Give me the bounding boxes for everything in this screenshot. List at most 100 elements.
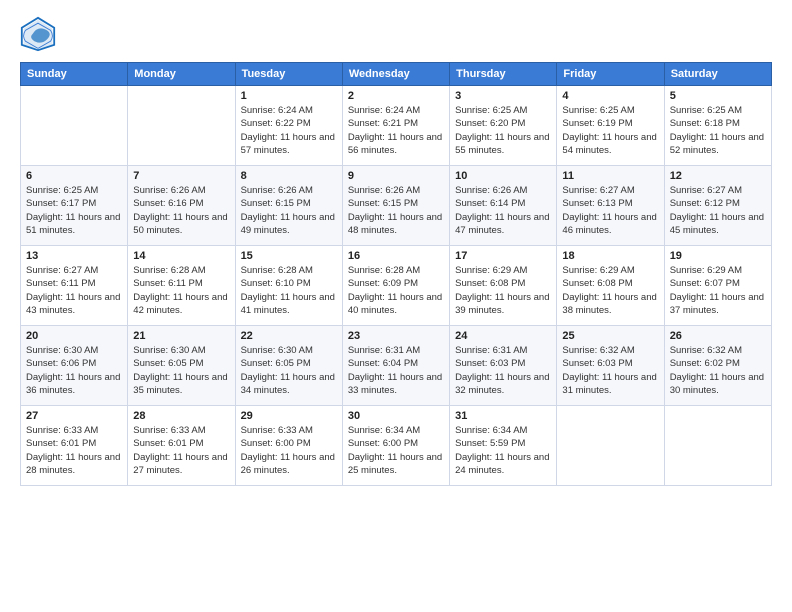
generalblue-icon	[20, 16, 56, 52]
calendar-cell: 11 Sunrise: 6:27 AM Sunset: 6:13 PM Dayli…	[557, 166, 664, 246]
day-number: 8	[241, 170, 337, 182]
day-info: Sunrise: 6:30 AM Sunset: 6:06 PM Dayligh…	[26, 344, 122, 397]
day-number: 31	[455, 410, 551, 422]
calendar-cell: 18 Sunrise: 6:29 AM Sunset: 6:08 PM Dayli…	[557, 246, 664, 326]
day-info: Sunrise: 6:29 AM Sunset: 6:08 PM Dayligh…	[562, 264, 658, 317]
day-number: 14	[133, 250, 229, 262]
day-info: Sunrise: 6:29 AM Sunset: 6:08 PM Dayligh…	[455, 264, 551, 317]
day-number: 15	[241, 250, 337, 262]
calendar-cell: 19 Sunrise: 6:29 AM Sunset: 6:07 PM Dayli…	[664, 246, 771, 326]
calendar-cell: 25 Sunrise: 6:32 AM Sunset: 6:03 PM Dayli…	[557, 326, 664, 406]
day-number: 17	[455, 250, 551, 262]
calendar-cell: 27Sunrise: 6:33 AM Sunset: 6:01 PM Dayli…	[21, 406, 128, 486]
col-header-tuesday: Tuesday	[235, 63, 342, 86]
page: SundayMondayTuesdayWednesdayThursdayFrid…	[0, 0, 792, 612]
day-number: 30	[348, 410, 444, 422]
calendar-week-row: 13 Sunrise: 6:27 AM Sunset: 6:11 PM Dayli…	[21, 246, 772, 326]
calendar-cell: 3 Sunrise: 6:25 AM Sunset: 6:20 PM Daylig…	[450, 86, 557, 166]
day-number: 24	[455, 330, 551, 342]
day-number: 21	[133, 330, 229, 342]
calendar-cell	[128, 86, 235, 166]
day-number: 18	[562, 250, 658, 262]
day-info: Sunrise: 6:30 AM Sunset: 6:05 PM Dayligh…	[241, 344, 337, 397]
day-number: 11	[562, 170, 658, 182]
day-number: 6	[26, 170, 122, 182]
calendar-cell: 22 Sunrise: 6:30 AM Sunset: 6:05 PM Dayli…	[235, 326, 342, 406]
calendar-cell: 2 Sunrise: 6:24 AM Sunset: 6:21 PM Daylig…	[342, 86, 449, 166]
calendar-cell: 10 Sunrise: 6:26 AM Sunset: 6:14 PM Dayli…	[450, 166, 557, 246]
day-info: Sunrise: 6:24 AM Sunset: 6:21 PM Dayligh…	[348, 104, 444, 157]
col-header-wednesday: Wednesday	[342, 63, 449, 86]
calendar-cell	[557, 406, 664, 486]
day-info: Sunrise: 6:33 AM Sunset: 6:01 PM Dayligh…	[26, 424, 122, 477]
day-number: 1	[241, 90, 337, 102]
day-info: Sunrise: 6:26 AM Sunset: 6:14 PM Dayligh…	[455, 184, 551, 237]
day-number: 16	[348, 250, 444, 262]
calendar-cell: 16Sunrise: 6:28 AM Sunset: 6:09 PM Dayli…	[342, 246, 449, 326]
calendar-cell: 1 Sunrise: 6:24 AM Sunset: 6:22 PM Daylig…	[235, 86, 342, 166]
day-number: 23	[348, 330, 444, 342]
day-number: 13	[26, 250, 122, 262]
day-number: 12	[670, 170, 766, 182]
day-number: 10	[455, 170, 551, 182]
day-info: Sunrise: 6:34 AM Sunset: 5:59 PM Dayligh…	[455, 424, 551, 477]
day-info: Sunrise: 6:26 AM Sunset: 6:16 PM Dayligh…	[133, 184, 229, 237]
day-info: Sunrise: 6:32 AM Sunset: 6:03 PM Dayligh…	[562, 344, 658, 397]
day-info: Sunrise: 6:33 AM Sunset: 6:01 PM Dayligh…	[133, 424, 229, 477]
day-info: Sunrise: 6:24 AM Sunset: 6:22 PM Dayligh…	[241, 104, 337, 157]
calendar-cell: 6 Sunrise: 6:25 AM Sunset: 6:17 PM Daylig…	[21, 166, 128, 246]
calendar-header-row: SundayMondayTuesdayWednesdayThursdayFrid…	[21, 63, 772, 86]
calendar-cell: 7Sunrise: 6:26 AM Sunset: 6:16 PM Daylig…	[128, 166, 235, 246]
day-info: Sunrise: 6:28 AM Sunset: 6:11 PM Dayligh…	[133, 264, 229, 317]
calendar-week-row: 27Sunrise: 6:33 AM Sunset: 6:01 PM Dayli…	[21, 406, 772, 486]
calendar-cell: 20 Sunrise: 6:30 AM Sunset: 6:06 PM Dayli…	[21, 326, 128, 406]
day-number: 2	[348, 90, 444, 102]
calendar-cell: 24 Sunrise: 6:31 AM Sunset: 6:03 PM Dayli…	[450, 326, 557, 406]
day-info: Sunrise: 6:25 AM Sunset: 6:17 PM Dayligh…	[26, 184, 122, 237]
day-info: Sunrise: 6:33 AM Sunset: 6:00 PM Dayligh…	[241, 424, 337, 477]
calendar-cell: 23 Sunrise: 6:31 AM Sunset: 6:04 PM Dayli…	[342, 326, 449, 406]
calendar-cell: 30 Sunrise: 6:34 AM Sunset: 6:00 PM Dayli…	[342, 406, 449, 486]
day-info: Sunrise: 6:30 AM Sunset: 6:05 PM Dayligh…	[133, 344, 229, 397]
calendar-cell: 14 Sunrise: 6:28 AM Sunset: 6:11 PM Dayli…	[128, 246, 235, 326]
calendar-body: 1 Sunrise: 6:24 AM Sunset: 6:22 PM Daylig…	[21, 86, 772, 486]
day-number: 28	[133, 410, 229, 422]
calendar-cell: 8 Sunrise: 6:26 AM Sunset: 6:15 PM Daylig…	[235, 166, 342, 246]
day-number: 3	[455, 90, 551, 102]
col-header-sunday: Sunday	[21, 63, 128, 86]
day-info: Sunrise: 6:29 AM Sunset: 6:07 PM Dayligh…	[670, 264, 766, 317]
col-header-friday: Friday	[557, 63, 664, 86]
day-info: Sunrise: 6:25 AM Sunset: 6:18 PM Dayligh…	[670, 104, 766, 157]
day-info: Sunrise: 6:34 AM Sunset: 6:00 PM Dayligh…	[348, 424, 444, 477]
calendar-cell: 28 Sunrise: 6:33 AM Sunset: 6:01 PM Dayli…	[128, 406, 235, 486]
day-number: 20	[26, 330, 122, 342]
day-info: Sunrise: 6:27 AM Sunset: 6:11 PM Dayligh…	[26, 264, 122, 317]
header	[20, 16, 772, 52]
calendar-cell: 29Sunrise: 6:33 AM Sunset: 6:00 PM Dayli…	[235, 406, 342, 486]
col-header-saturday: Saturday	[664, 63, 771, 86]
day-info: Sunrise: 6:26 AM Sunset: 6:15 PM Dayligh…	[241, 184, 337, 237]
calendar-table: SundayMondayTuesdayWednesdayThursdayFrid…	[20, 62, 772, 486]
calendar-week-row: 6 Sunrise: 6:25 AM Sunset: 6:17 PM Daylig…	[21, 166, 772, 246]
calendar-cell: 12Sunrise: 6:27 AM Sunset: 6:12 PM Dayli…	[664, 166, 771, 246]
col-header-thursday: Thursday	[450, 63, 557, 86]
calendar-cell: 9Sunrise: 6:26 AM Sunset: 6:15 PM Daylig…	[342, 166, 449, 246]
day-info: Sunrise: 6:27 AM Sunset: 6:13 PM Dayligh…	[562, 184, 658, 237]
calendar-week-row: 20 Sunrise: 6:30 AM Sunset: 6:06 PM Dayli…	[21, 326, 772, 406]
calendar-cell: 4Sunrise: 6:25 AM Sunset: 6:19 PM Daylig…	[557, 86, 664, 166]
day-info: Sunrise: 6:31 AM Sunset: 6:03 PM Dayligh…	[455, 344, 551, 397]
day-info: Sunrise: 6:28 AM Sunset: 6:10 PM Dayligh…	[241, 264, 337, 317]
day-info: Sunrise: 6:31 AM Sunset: 6:04 PM Dayligh…	[348, 344, 444, 397]
day-number: 26	[670, 330, 766, 342]
calendar-cell	[664, 406, 771, 486]
day-number: 25	[562, 330, 658, 342]
day-info: Sunrise: 6:25 AM Sunset: 6:20 PM Dayligh…	[455, 104, 551, 157]
day-number: 22	[241, 330, 337, 342]
day-number: 19	[670, 250, 766, 262]
day-number: 9	[348, 170, 444, 182]
logo	[20, 16, 60, 52]
day-number: 4	[562, 90, 658, 102]
day-number: 5	[670, 90, 766, 102]
calendar-week-row: 1 Sunrise: 6:24 AM Sunset: 6:22 PM Daylig…	[21, 86, 772, 166]
day-info: Sunrise: 6:32 AM Sunset: 6:02 PM Dayligh…	[670, 344, 766, 397]
